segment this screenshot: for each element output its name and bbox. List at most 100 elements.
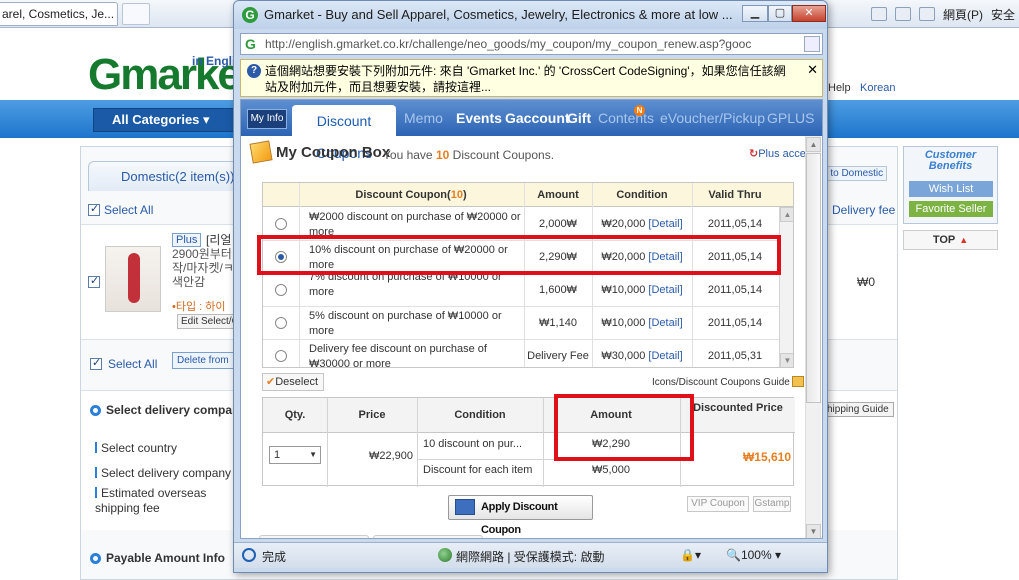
select-all-bottom[interactable]: Select All	[90, 356, 157, 371]
summary-amount-each-item: ₩5,000	[592, 464, 630, 476]
item-thumbnail[interactable]	[105, 246, 161, 312]
checkbox-icon[interactable]	[88, 202, 100, 216]
coupon-row[interactable]: Delivery fee discount on purchase of ₩30…	[263, 340, 779, 368]
zoom-value: 100%	[740, 548, 772, 562]
coupon-count-suffix: Discount Coupons.	[449, 148, 555, 162]
col-discount-coupon-close: )	[462, 189, 467, 201]
address-bar[interactable]: G http://english.gmarket.co.kr/challenge…	[240, 33, 823, 55]
security-zone[interactable]: 網際網路 | 受保護模式: 啟動	[456, 548, 604, 565]
divider	[417, 398, 418, 487]
tab-gplus[interactable]: GPLUS	[767, 110, 814, 126]
coupon-card-icon	[455, 499, 475, 515]
select-all-top[interactable]: Select All	[88, 202, 154, 217]
infobar-text[interactable]: 這個網站想要安裝下列附加元件: 來自 'Gmarket Inc.' 的 'Cro…	[265, 63, 795, 95]
coupon-row[interactable]: 5% discount on purchase of ₩10000 or mor…	[263, 307, 779, 340]
tab-my-info[interactable]: My Info	[247, 109, 287, 129]
coupon-guide-link[interactable]: Icons/Discount Coupons Guide	[652, 376, 804, 388]
infobar-close-icon[interactable]: ✕	[807, 62, 818, 78]
tab-gift[interactable]: Gift	[567, 110, 591, 126]
tab-contents[interactable]: Contents	[598, 110, 654, 126]
bottom-tab[interactable]	[259, 535, 369, 538]
coupon-row[interactable]: ₩2000 discount on purchase of ₩20000 or …	[263, 208, 779, 241]
divider	[417, 459, 679, 460]
popup-titlebar[interactable]: G Gmarket - Buy and Sell Apparel, Cosmet…	[234, 1, 827, 29]
coupon-condition: ₩20,000 [Detail]	[593, 208, 691, 241]
bottom-tab[interactable]	[373, 535, 483, 538]
coupon-desc: Delivery fee discount on purchase of ₩30…	[309, 343, 487, 368]
to-domestic-button[interactable]: e to Domestic	[818, 166, 888, 181]
coupon-row[interactable]: 7% discount on purchase of ₩10000 or mor…	[263, 271, 779, 307]
customer-benefits-title: Customer Benefits	[924, 149, 977, 172]
shipping-guide-button[interactable]: hipping Guide	[822, 402, 894, 417]
top-button[interactable]: TOP ▲	[903, 230, 998, 250]
coupon-radio[interactable]	[275, 284, 287, 296]
delete-from-cart-button[interactable]: Delete from	[172, 352, 236, 369]
favorite-seller-button[interactable]: Favorite Seller	[909, 201, 993, 217]
protected-mode-icon[interactable]: 🔒▾	[680, 548, 701, 562]
feeds-icon[interactable]	[870, 7, 887, 21]
estimated-shipping-field: Estimated overseas	[95, 486, 206, 500]
apply-discount-coupon-button[interactable]: Apply Discount Coupon	[448, 495, 593, 536]
select-country-field[interactable]: Select country	[95, 441, 177, 455]
coupon-amount: 2,290₩	[539, 251, 577, 263]
safety-menu[interactable]: 安全	[991, 6, 1015, 23]
help-link[interactable]: Help	[828, 82, 851, 94]
maximize-button[interactable]: ▢	[768, 5, 792, 22]
chevron-down-icon: ▼	[309, 450, 317, 459]
scroll-thumb[interactable]	[806, 153, 821, 403]
print-icon[interactable]	[918, 7, 935, 21]
tab-memo[interactable]: Memo	[404, 110, 443, 126]
close-button[interactable]: ✕	[792, 5, 826, 22]
edit-select-button[interactable]: Edit Select/C	[177, 314, 237, 329]
coupon-detail-link[interactable]: [Detail]	[648, 317, 682, 329]
coupon-detail-link[interactable]: [Detail]	[648, 218, 682, 230]
minimize-button[interactable]: ▁	[742, 5, 768, 22]
coupon-box-title: My Coupon Box	[276, 144, 391, 161]
top-label: TOP	[932, 234, 956, 246]
background-browser-tab[interactable]: arel, Cosmetics, Je...	[0, 2, 118, 26]
coupon-count-number: 10	[435, 148, 450, 162]
select-delivery-company-field[interactable]: Select delivery company	[95, 466, 231, 480]
vip-coupon-button[interactable]: VIP Coupon	[687, 496, 749, 512]
item-title[interactable]: [리얼	[206, 233, 236, 247]
tab-domestic[interactable]: Domestic(2 item(s))	[88, 161, 238, 191]
coupon-detail-link[interactable]: [Detail]	[648, 284, 682, 296]
zoom-level[interactable]: 🔍100% ▾	[726, 548, 781, 562]
address-url[interactable]: http://english.gmarket.co.kr/challenge/n…	[265, 37, 795, 51]
select-all-label: Select All	[104, 203, 154, 217]
coupon-radio[interactable]	[275, 350, 287, 362]
checkbox-icon[interactable]	[90, 356, 102, 370]
coupon-radio[interactable]	[275, 251, 287, 263]
wish-list-button[interactable]: Wish List	[909, 181, 993, 197]
gmarket-favicon-icon: G	[242, 7, 258, 23]
language-link[interactable]: Korean	[860, 82, 895, 94]
deselect-button[interactable]: ✔Deselect	[262, 373, 324, 391]
coupon-radio[interactable]	[275, 317, 287, 329]
all-categories-button[interactable]: All Categories ▾	[93, 108, 239, 132]
tab-gaccount[interactable]: Gaccount	[505, 110, 570, 126]
scroll-down-icon[interactable]: ▼	[780, 353, 793, 367]
coupon-detail-link[interactable]: [Detail]	[648, 350, 682, 362]
coupon-list-scrollbar[interactable]: ▲ ▼	[779, 207, 793, 367]
mail-icon[interactable]	[894, 7, 911, 21]
refresh-icon: ↻	[749, 148, 759, 160]
tab-evoucher-pickup[interactable]: eVoucher/Pickup	[660, 110, 765, 126]
scroll-down-icon[interactable]: ▼	[806, 524, 821, 538]
quantity-select[interactable]: 1 ▼	[269, 446, 321, 464]
coupon-radio[interactable]	[275, 218, 287, 230]
coupon-detail-link[interactable]: [Detail]	[648, 251, 682, 263]
tab-events[interactable]: Events	[456, 110, 502, 126]
coupon-popup-window: G Gmarket - Buy and Sell Apparel, Cosmet…	[233, 0, 828, 573]
gstamp-button[interactable]: Gstamp	[753, 496, 791, 512]
compat-view-icon[interactable]	[804, 36, 820, 52]
item-checkbox[interactable]	[88, 274, 100, 288]
coupon-amount: 2,000₩	[539, 218, 577, 230]
scroll-up-icon[interactable]: ▲	[780, 207, 793, 222]
tab-discount-coupons[interactable]: Discount Coupons	[292, 105, 396, 161]
new-tab-button[interactable]	[122, 3, 150, 25]
scroll-up-icon[interactable]: ▲	[806, 137, 821, 152]
addon-infobar[interactable]: ? 這個網站想要安裝下列附加元件: 來自 'Gmarket Inc.' 的 'C…	[240, 59, 823, 97]
col-condition: Condition	[616, 189, 668, 201]
page-menu[interactable]: 網頁(P)	[943, 6, 983, 23]
deselect-label: Deselect	[275, 376, 319, 388]
